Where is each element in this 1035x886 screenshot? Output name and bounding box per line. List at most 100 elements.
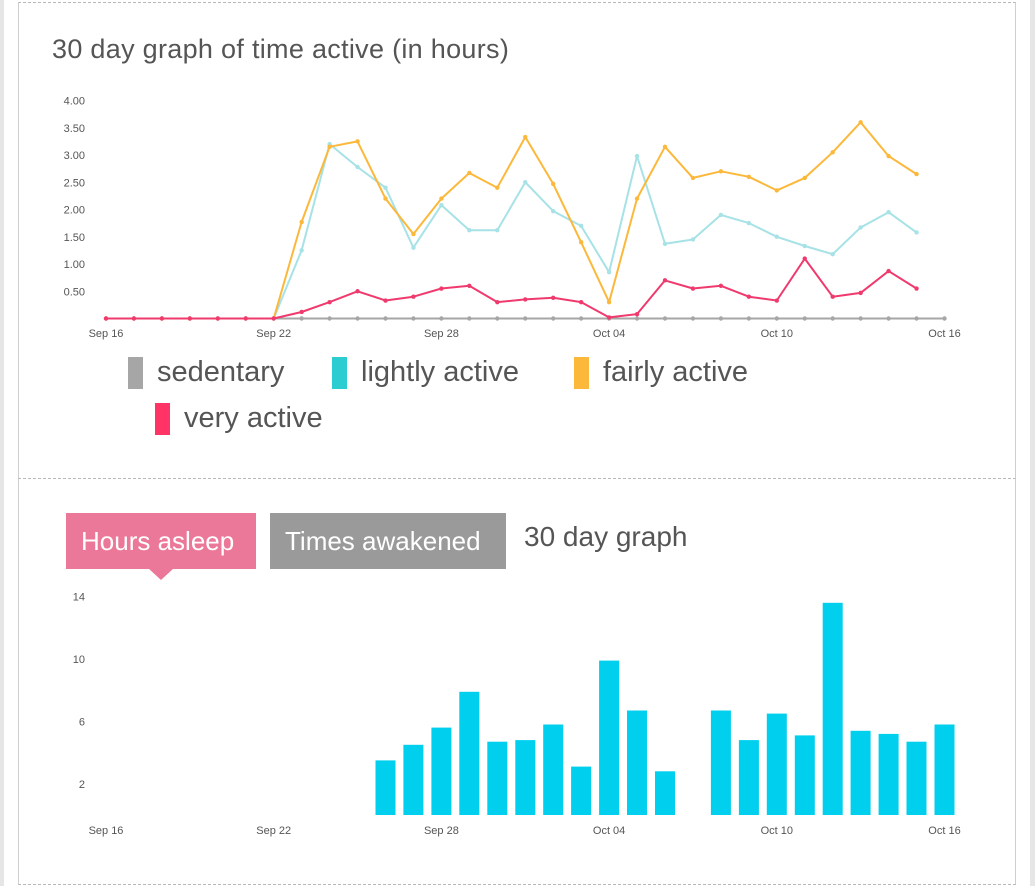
lightly-active-point bbox=[690, 237, 696, 242]
fairly-active-point bbox=[606, 299, 612, 305]
very-active-swatch-icon bbox=[155, 402, 170, 435]
sleep-bar bbox=[431, 727, 452, 815]
y-tick-label: 3.00 bbox=[64, 150, 85, 162]
sedentary-point bbox=[523, 316, 528, 321]
lightly-active-point bbox=[467, 228, 472, 233]
very-active-series-line bbox=[106, 257, 918, 320]
x-tick-label: Sep 22 bbox=[256, 825, 291, 837]
x-tick-label: Sep 28 bbox=[424, 825, 459, 837]
fairly-active-point bbox=[746, 174, 752, 179]
sleep-bar bbox=[738, 740, 759, 815]
sleep-bar bbox=[487, 741, 508, 815]
sedentary-point bbox=[495, 316, 500, 321]
legend-item-sedentary[interactable]: sedentary bbox=[128, 356, 284, 389]
sleep-bar bbox=[599, 660, 620, 815]
y-tick-label: 2.50 bbox=[64, 177, 85, 189]
sedentary-point bbox=[886, 316, 891, 321]
very-active-point bbox=[802, 256, 807, 261]
very-active-point bbox=[187, 316, 193, 321]
sleep-bar bbox=[459, 691, 480, 815]
very-active-point bbox=[495, 299, 500, 305]
fairly-active-point bbox=[439, 196, 444, 201]
fairly-active-point bbox=[914, 171, 919, 177]
very-active-point bbox=[411, 294, 416, 299]
very-active-point bbox=[383, 298, 388, 303]
legend-label: very active bbox=[184, 402, 323, 434]
tab-hours-asleep[interactable]: Hours asleep bbox=[66, 513, 256, 569]
sedentary-point bbox=[299, 316, 304, 321]
tab-times-awakened[interactable]: Times awakened bbox=[270, 513, 506, 569]
sleep-bar bbox=[878, 733, 899, 815]
fairly-active-point bbox=[467, 170, 472, 176]
y-tick-label: 0.50 bbox=[64, 286, 85, 298]
x-tick-label: Sep 16 bbox=[89, 825, 124, 837]
sedentary-swatch-icon bbox=[128, 356, 143, 389]
fairly-active-point bbox=[662, 144, 668, 150]
fairly-active-point bbox=[774, 188, 779, 193]
sedentary-point bbox=[830, 316, 835, 321]
active-tab-pointer-icon bbox=[148, 568, 174, 580]
legend-item-fairly-active[interactable]: fairly active bbox=[574, 356, 748, 389]
sedentary-point bbox=[746, 316, 752, 321]
fairly-active-point bbox=[355, 139, 360, 144]
x-tick-label: Oct 16 bbox=[928, 825, 960, 837]
lightly-active-point bbox=[914, 230, 919, 235]
very-active-point bbox=[327, 299, 332, 305]
y-tick-label: 6 bbox=[79, 716, 85, 728]
fairly-active-point bbox=[327, 144, 332, 150]
x-tick-label: Oct 04 bbox=[593, 328, 625, 340]
y-tick-label: 1.00 bbox=[64, 259, 85, 271]
lightly-active-point bbox=[495, 228, 500, 233]
sleep-bar bbox=[766, 713, 787, 815]
fairly-active-point bbox=[634, 196, 640, 201]
lightly-active-swatch-icon bbox=[332, 356, 347, 389]
legend-item-lightly-active[interactable]: lightly active bbox=[332, 356, 519, 389]
very-active-point bbox=[634, 311, 640, 317]
sleep-bar bbox=[906, 741, 927, 815]
legend-label: lightly active bbox=[361, 356, 519, 388]
sleep-bar-chart: 14 10 6 2 Sep 16 Sep 22 Sep 28 Oct 04 Oct 10 Oct … bbox=[73, 592, 961, 837]
lightly-active-point bbox=[886, 210, 891, 215]
fairly-active-point bbox=[411, 231, 416, 237]
very-active-point bbox=[606, 315, 612, 320]
sleep-bar bbox=[627, 710, 647, 815]
lightly-active-point bbox=[299, 248, 304, 253]
sedentary-point bbox=[914, 316, 919, 321]
y-tick-label: 2.00 bbox=[64, 205, 85, 217]
sedentary-point bbox=[327, 316, 332, 321]
sedentary-point bbox=[355, 316, 360, 321]
sedentary-point bbox=[578, 316, 584, 321]
sleep-graph-label: 30 day graph bbox=[524, 521, 688, 552]
very-active-point bbox=[746, 294, 752, 299]
sleep-bar bbox=[934, 724, 955, 815]
x-tick-label: Oct 10 bbox=[761, 825, 793, 837]
very-active-point bbox=[774, 298, 779, 303]
lightly-active-point bbox=[551, 208, 556, 214]
fairly-active-point bbox=[718, 169, 724, 174]
fairly-active-point bbox=[858, 120, 863, 125]
fairly-active-point bbox=[690, 175, 696, 181]
sedentary-point bbox=[383, 316, 388, 321]
sleep-bar bbox=[375, 760, 396, 815]
sedentary-point bbox=[802, 316, 807, 321]
fairly-active-point bbox=[886, 153, 891, 159]
activity-line-chart: 4.00 3.50 3.00 2.50 2.00 1.50 1.00 0.50 Sep 16 Se… bbox=[64, 96, 961, 341]
very-active-point bbox=[523, 297, 528, 302]
very-active-point bbox=[858, 290, 863, 296]
very-active-point bbox=[578, 299, 584, 305]
fairly-active-point bbox=[578, 240, 584, 245]
very-active-point bbox=[159, 316, 165, 321]
legend-item-very-active[interactable]: very active bbox=[155, 402, 323, 435]
fairly-active-series-line bbox=[106, 121, 918, 320]
y-tick-label: 1.50 bbox=[64, 232, 85, 244]
lightly-active-point bbox=[830, 251, 835, 257]
fairly-active-point bbox=[523, 134, 528, 140]
lightly-active-point bbox=[411, 245, 416, 250]
sleep-bar bbox=[794, 735, 815, 815]
sedentary-point bbox=[690, 316, 696, 321]
legend-label: fairly active bbox=[603, 356, 749, 388]
lightly-active-point bbox=[355, 164, 360, 170]
very-active-point bbox=[131, 316, 137, 321]
sleep-bar bbox=[403, 744, 424, 815]
sedentary-point bbox=[718, 316, 724, 321]
